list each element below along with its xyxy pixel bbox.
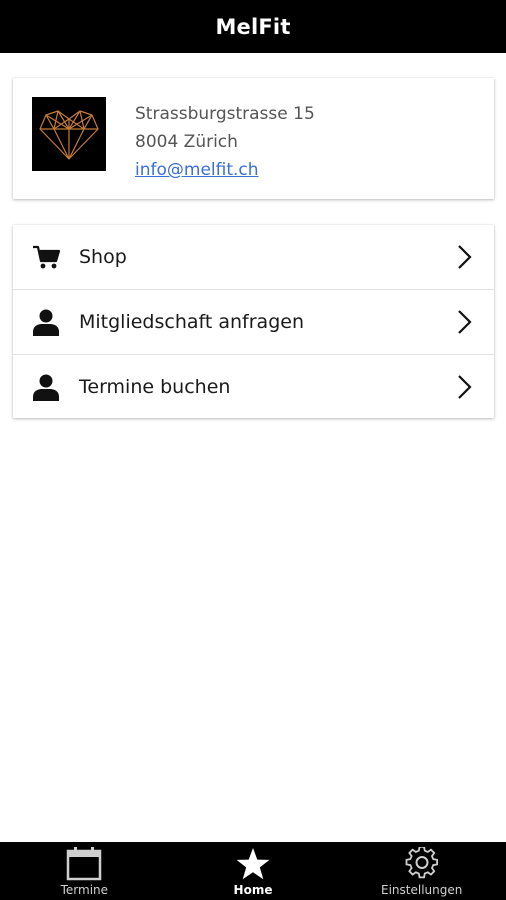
street-address: Strassburgstrasse 15 (135, 104, 315, 124)
heart-diamond-icon (39, 110, 99, 160)
address-block: Strassburgstrasse 15 8004 Zürich info@me… (135, 100, 315, 184)
heart-diamond-logo (32, 97, 106, 171)
menu-item-appointments[interactable]: Termine buchen (13, 355, 494, 419)
gear-icon (405, 846, 439, 882)
tab-home[interactable]: Home (169, 842, 338, 900)
calendar-icon (66, 846, 102, 882)
menu-item-membership[interactable]: Mitgliedschaft anfragen (13, 290, 494, 355)
person-icon (30, 371, 62, 403)
app-title: MelFit (215, 14, 291, 39)
tab-label: Termine (60, 883, 109, 897)
menu-item-shop[interactable]: Shop (13, 225, 494, 290)
app-screen: MelFit Strassburgstrasse 15 8004 Zürich … (0, 0, 506, 900)
chevron-right-icon (454, 373, 474, 401)
cart-icon (30, 241, 62, 273)
menu-list: Shop Mitgliedschaft anfragen Termine buc… (13, 225, 494, 418)
tab-einstellungen[interactable]: Einstellungen (337, 842, 506, 900)
menu-item-label: Termine buchen (79, 376, 231, 398)
chevron-right-icon (454, 308, 474, 336)
tab-termine[interactable]: Termine (0, 842, 169, 900)
menu-item-label: Shop (79, 246, 127, 268)
menu-item-label: Mitgliedschaft anfragen (79, 311, 304, 333)
tab-label: Einstellungen (381, 883, 463, 897)
top-app-bar: MelFit (0, 0, 506, 53)
chevron-right-icon (454, 243, 474, 271)
tab-label: Home (233, 883, 273, 897)
person-icon (30, 306, 62, 338)
info-card: Strassburgstrasse 15 8004 Zürich info@me… (13, 78, 494, 199)
city-address: 8004 Zürich (135, 132, 238, 152)
bottom-tab-bar: Termine Home Einstellungen (0, 842, 506, 900)
email-link[interactable]: info@melfit.ch (135, 160, 259, 180)
star-icon (235, 846, 271, 882)
